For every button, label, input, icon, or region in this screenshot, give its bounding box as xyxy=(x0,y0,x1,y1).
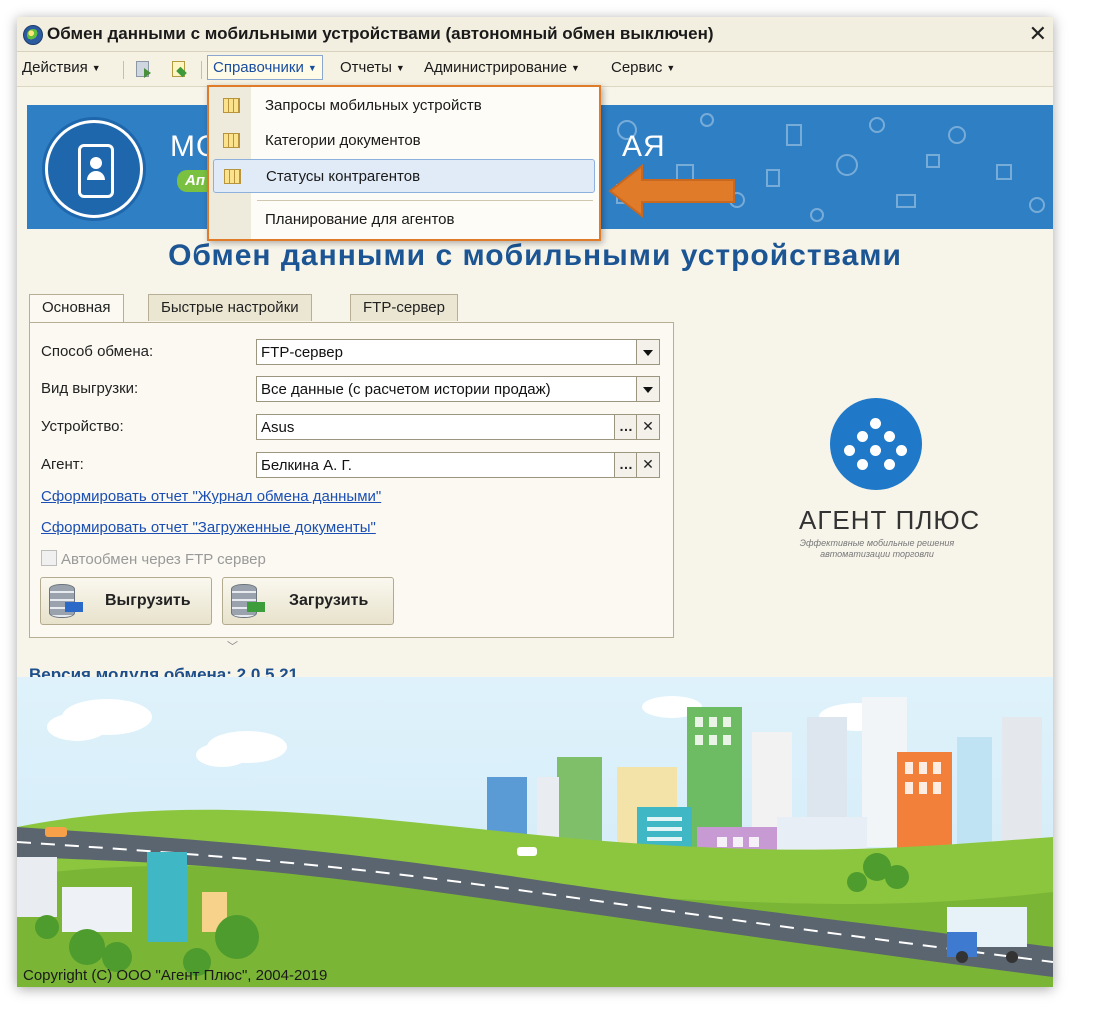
agent-plus-logo-icon xyxy=(830,398,922,490)
tab-ftp-server[interactable]: FTP-сервер xyxy=(350,294,458,321)
toolbar-separator xyxy=(123,61,124,79)
directories-dropdown-menu: Запросы мобильных устройств Категории до… xyxy=(207,85,601,241)
app-window: Обмен данными с мобильными устройствами … xyxy=(17,17,1053,987)
menu-item-device-requests[interactable]: Запросы мобильных устройств xyxy=(213,89,595,123)
menu-item-document-categories[interactable]: Категории документов xyxy=(213,124,595,158)
menu-separator xyxy=(257,200,593,201)
page-title: Обмен данными с мобильными устройствами xyxy=(168,239,902,272)
chevron-down-icon: ▼ xyxy=(395,63,405,74)
menu-administration[interactable]: Администрирование ▼ xyxy=(424,59,580,76)
logo-name: АГЕНТ ПЛЮС xyxy=(799,505,981,535)
menu-item-counterparty-statuses[interactable]: Статусы контрагентов xyxy=(213,159,595,193)
upload-button[interactable]: Выгрузить xyxy=(40,577,212,625)
device-value: Asus xyxy=(261,419,295,436)
auto-exchange-checkbox-row[interactable]: Автообмен через FTP сервер xyxy=(41,550,266,568)
select-agent-button[interactable]: … xyxy=(614,453,637,477)
clear-device-button[interactable]: ✕ xyxy=(636,415,659,439)
menu-item-agent-planning[interactable]: Планирование для агентов xyxy=(213,203,595,237)
auto-exchange-label: Автообмен через FTP сервер xyxy=(61,551,266,568)
select-device-button[interactable]: … xyxy=(614,415,637,439)
agent-label: Агент: xyxy=(41,456,84,473)
app-logo-icon xyxy=(23,25,43,45)
menu-item-label: Статусы контрагентов xyxy=(266,168,421,185)
menu-directories[interactable]: Справочники ▼ xyxy=(207,55,323,80)
menu-item-label: Категории документов xyxy=(265,132,421,149)
menu-bar: Действия ▼ Справочники ▼ Отчеты ▼ Администр… xyxy=(17,52,1053,87)
device-label: Устройство: xyxy=(41,418,124,435)
exchange-method-select[interactable]: FTP-сервер xyxy=(256,339,660,365)
copyright-text: Copyright (C) ООО "Агент Плюс", 2004-201… xyxy=(23,967,328,984)
menu-item-label: Запросы мобильных устройств xyxy=(265,97,482,114)
menu-reports[interactable]: Отчеты ▼ xyxy=(340,59,405,76)
import-docs-icon[interactable] xyxy=(169,59,189,79)
loaded-docs-report-link[interactable]: Сформировать отчет "Загруженные документ… xyxy=(41,519,376,536)
download-button-label: Загрузить xyxy=(289,592,369,609)
upload-type-value: Все данные (с расчетом истории продаж) xyxy=(261,381,551,398)
upload-type-select[interactable]: Все данные (с расчетом истории продаж) xyxy=(256,376,660,402)
city-illustration-icon xyxy=(17,677,1053,987)
title-bar: Обмен данными с мобильными устройствами … xyxy=(17,17,1053,52)
window-title: Обмен данными с мобильными устройствами … xyxy=(47,24,714,43)
table-icon xyxy=(223,98,240,113)
dropdown-arrow-icon[interactable] xyxy=(636,377,659,401)
exchange-method-value: FTP-сервер xyxy=(261,344,343,361)
menu-reports-label: Отчеты xyxy=(340,59,392,76)
download-button[interactable]: Загрузить xyxy=(222,577,394,625)
tab-main[interactable]: Основная xyxy=(29,294,124,323)
logo-tagline: Эффективные мобильные решения автоматиза… xyxy=(799,538,955,559)
database-upload-icon xyxy=(47,582,83,618)
mobile-device-icon xyxy=(45,120,143,218)
table-icon xyxy=(223,133,240,148)
device-field[interactable]: Asus … ✕ xyxy=(256,414,660,440)
menu-actions-label: Действия xyxy=(22,59,88,76)
menu-service-label: Сервис xyxy=(611,59,663,76)
chevron-down-icon: ▼ xyxy=(307,63,317,74)
menu-administration-label: Администрирование xyxy=(424,59,568,76)
agent-field[interactable]: Белкина А. Г. … ✕ xyxy=(256,452,660,478)
upload-button-label: Выгрузить xyxy=(105,592,191,609)
chevron-down-icon: ▼ xyxy=(91,63,101,74)
toolbar-separator xyxy=(201,61,202,79)
collapse-chevron-icon[interactable]: ﹀ xyxy=(227,638,238,654)
menu-item-label: Планирование для агентов xyxy=(265,211,455,228)
agent-value: Белкина А. Г. xyxy=(261,457,352,474)
exchange-log-report-link[interactable]: Сформировать отчет "Журнал обмена данным… xyxy=(41,488,381,505)
dropdown-arrow-icon[interactable] xyxy=(636,340,659,364)
settings-panel: Способ обмена: FTP-сервер Вид выгрузки: … xyxy=(29,322,674,638)
annotation-arrow-icon xyxy=(608,164,735,218)
auto-exchange-checkbox[interactable] xyxy=(41,550,57,566)
tab-quick-settings[interactable]: Быстрые настройки xyxy=(148,294,312,321)
exchange-method-label: Способ обмена: xyxy=(41,343,154,360)
menu-service[interactable]: Сервис ▼ xyxy=(611,59,675,76)
upload-type-label: Вид выгрузки: xyxy=(41,380,139,397)
menu-directories-label: Справочники xyxy=(213,59,304,76)
export-docs-icon[interactable] xyxy=(133,59,153,79)
close-button[interactable]: ✕ xyxy=(1029,21,1047,47)
menu-actions[interactable]: Действия ▼ xyxy=(22,59,101,76)
chevron-down-icon: ▼ xyxy=(571,63,580,74)
chevron-down-icon: ▼ xyxy=(666,63,676,74)
banner-title-end: АЯ xyxy=(622,130,666,163)
phone-user-icon xyxy=(78,144,114,198)
clear-agent-button[interactable]: ✕ xyxy=(636,453,659,477)
table-icon xyxy=(224,169,241,184)
database-download-icon xyxy=(229,582,265,618)
